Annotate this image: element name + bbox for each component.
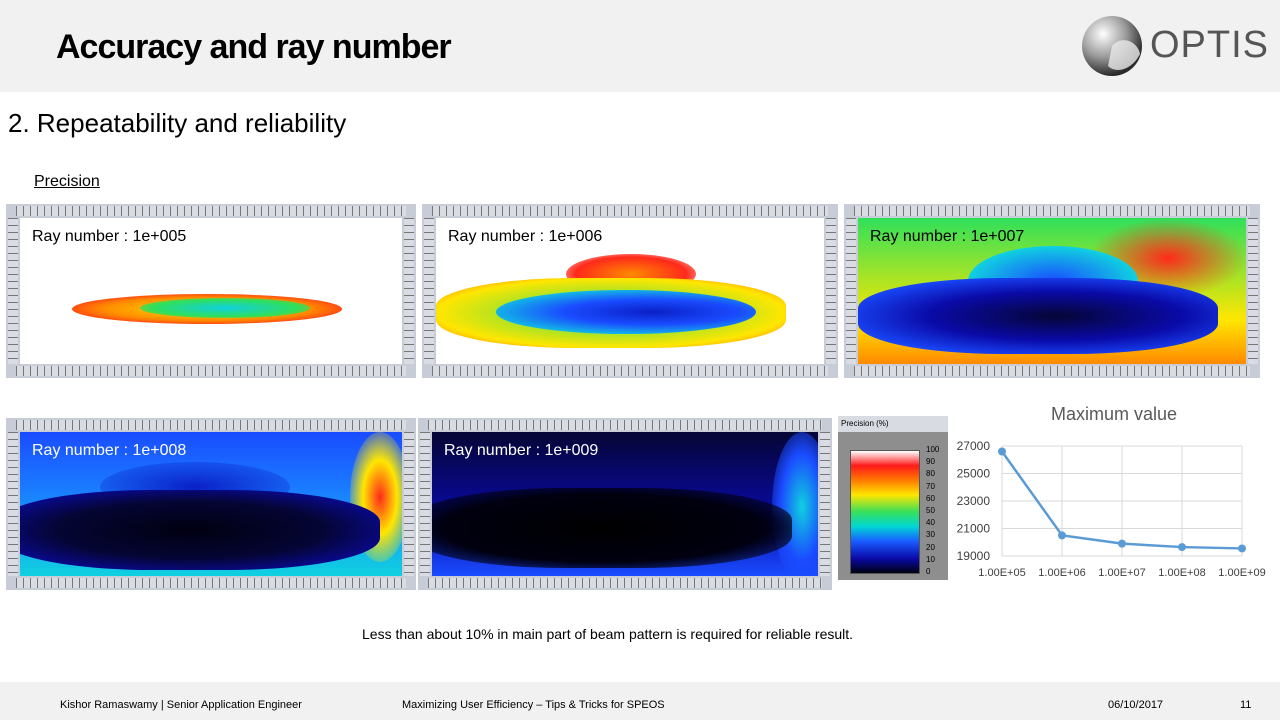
beam-core [20,490,380,570]
x-tick-label: 1.00E+09 [1218,567,1265,579]
scale-gradient [850,450,920,574]
scale-tick: 80 [926,469,935,479]
sphere-logo-icon [1082,16,1142,76]
y-tick-label: 25000 [957,467,991,481]
slide-header: Accuracy and ray number OPTIS [0,0,1280,92]
maximum-value-chart: Maximum value 27000 25000 23000 21000 19000 1… [957,404,1266,579]
section-subtitle: 2. Repeatability and reliability [8,108,347,138]
ruler-top [16,206,406,216]
footer-date: 06/10/2017 [1108,699,1164,711]
ruler-left [846,218,856,364]
x-tick-label: 1.00E+08 [1158,567,1205,579]
x-tick-label: 1.00E+05 [978,567,1025,579]
map-label: Ray number : 1e+006 [448,228,603,245]
map-field: Ray number : 1e+008 [20,432,402,576]
ruler-top [16,420,406,430]
data-point [1118,539,1126,548]
map-field: Ray number : 1e+009 [432,432,818,576]
scale-tick: 20 [926,542,935,552]
ruler-bottom [16,366,406,376]
ruler-right [1248,218,1258,364]
ruler-left [8,218,18,364]
precision-map-1: Ray number : 1e+005 [6,204,416,378]
ruler-right [404,432,414,576]
scale-tick: 40 [926,518,935,528]
optis-logo: OPTIS [1080,14,1270,78]
ruler-bottom [428,578,822,588]
scale-tick: 50 [926,506,935,515]
scale-tick: 30 [926,530,935,540]
precision-map-5: Ray number : 1e+009 [418,418,832,590]
data-point [998,447,1006,456]
data-point [1178,543,1186,552]
ruler-bottom [432,366,828,376]
map-field: Ray number : 1e+007 [858,218,1246,364]
x-tick-label: 1.00E+07 [1098,567,1145,579]
scale-header: Precision (%) [838,416,948,432]
precision-map-3: Ray number : 1e+007 [844,204,1260,378]
precision-map-4: Ray number : 1e+008 [6,418,416,590]
scale-tick: 90 [926,457,935,467]
map-field: Ray number : 1e+006 [436,218,824,364]
slide-title: Accuracy and ray number [56,28,452,66]
footer-page-number: 11 [1240,699,1252,711]
beam-core [496,290,756,334]
map-label: Ray number : 1e+009 [444,442,599,459]
ruler-bottom [16,578,406,588]
map-field: Ray number : 1e+005 [20,218,402,364]
scale-tick: 70 [926,481,935,491]
ruler-right [404,218,414,364]
ruler-left [424,218,434,364]
footer-author: Kishor Ramaswamy | Senior Application En… [60,699,302,711]
x-tick-label: 1.00E+06 [1038,567,1085,579]
chart-title: Maximum value [1051,404,1177,424]
footnote: Less than about 10% in main part of beam… [362,626,854,642]
ruler-top [428,420,822,430]
beam-core [432,488,792,568]
footer-talk-title: Maximizing User Efficiency – Tips & Tric… [402,699,665,711]
ruler-left [420,432,430,576]
scale-tick: 10 [926,554,935,564]
slide-footer: Kishor Ramaswamy | Senior Application En… [0,682,1280,720]
ruler-bottom [854,366,1250,376]
map-label: Ray number : 1e+008 [32,442,187,459]
ruler-right [826,218,836,364]
ruler-left [8,432,18,576]
ruler-right [820,432,830,576]
beam-core [140,298,310,318]
map-label: Ray number : 1e+005 [32,228,187,245]
y-tick-label: 19000 [957,549,991,563]
precision-label: Precision [34,173,100,190]
scale-tick: 60 [926,493,935,503]
ruler-top [432,206,828,216]
ruler-top [854,206,1250,216]
precision-color-scale: Precision (%) 100 90 80 70 60 50 40 30 20 10 0 [838,416,948,580]
precision-map-2: Ray number : 1e+006 [422,204,838,378]
scale-tick: 0 [926,567,931,576]
beam-core [858,278,1218,354]
data-point [1058,531,1066,540]
y-tick-label: 23000 [957,494,991,508]
map-label: Ray number : 1e+007 [870,228,1025,245]
y-tick-label: 27000 [957,439,991,453]
scale-tick: 100 [926,445,940,454]
data-point [1238,544,1246,553]
logo-wordmark: OPTIS [1150,24,1270,66]
y-tick-label: 21000 [957,522,991,536]
beam-edge [772,432,818,576]
